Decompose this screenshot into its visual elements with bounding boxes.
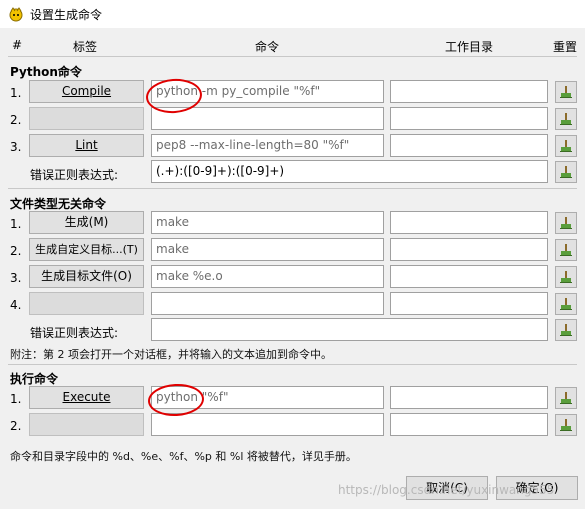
row-number: 1. [10,392,22,406]
empty-label-button[interactable] [29,107,144,130]
empty-label-button[interactable] [29,413,144,436]
clear-broom-icon [560,271,572,283]
reset-button[interactable] [555,161,577,183]
column-header-label: 标签 [73,40,98,54]
clear-broom-icon [560,244,572,256]
row-number: 2. [10,244,22,258]
row-number: 2. [10,113,22,127]
execute-command-1-field[interactable]: python "%f" [151,386,384,409]
independent-command-1-field[interactable]: make [151,211,384,234]
column-header-num: # [12,38,23,52]
row-number: 3. [10,140,22,154]
independent-command-4-field[interactable] [151,292,384,315]
row-number: 1. [10,86,22,100]
section-title-independent: 文件类型无关命令 [10,197,107,211]
row-number: 2. [10,419,22,433]
note-text: 附注：第 2 项会打开一个对话框，并将输入的文本追加到命令中。 [10,348,332,361]
independent-command-3-field[interactable]: make %e.o [151,265,384,288]
reset-button[interactable] [555,293,577,315]
button-label: Lint [75,138,98,152]
reset-button[interactable] [555,212,577,234]
window-title: 设置生成命令 [30,8,103,22]
footer-note: 命令和目录字段中的 %d、%e、%f、%p 和 %l 将被替代，详见手册。 [10,450,357,463]
execute-workdir-1-field[interactable] [390,386,548,409]
section-title-python: Python命令 [10,65,82,79]
python-workdir-3-field[interactable] [390,134,548,157]
clear-broom-icon [560,166,572,178]
independent-workdir-1-field[interactable] [390,211,548,234]
make-label-button[interactable]: 生成(M) [29,211,144,234]
independent-workdir-2-field[interactable] [390,238,548,261]
row-number: 3. [10,271,22,285]
clear-broom-icon [560,298,572,310]
title-bar: 设置生成命令 [0,0,585,28]
python-workdir-1-field[interactable] [390,80,548,103]
independent-regex-field[interactable] [151,318,548,341]
header-separator [8,56,577,57]
regex-label: 错误正则表达式: [30,326,119,340]
button-label: Execute [62,390,111,404]
button-label: Compile [61,84,112,98]
clear-broom-icon [560,324,572,336]
section-separator [8,188,577,189]
reset-button[interactable] [555,108,577,130]
reset-button[interactable] [555,135,577,157]
clear-broom-icon [560,86,572,98]
clear-broom-icon [560,392,572,404]
section-title-execute: 执行命令 [10,372,59,386]
reset-button[interactable] [555,239,577,261]
reset-button[interactable] [555,81,577,103]
execute-command-2-field[interactable] [151,413,384,436]
execute-workdir-2-field[interactable] [390,413,548,436]
reset-button[interactable] [555,266,577,288]
independent-workdir-3-field[interactable] [390,265,548,288]
reset-button[interactable] [555,387,577,409]
lint-label-button[interactable]: Lint [29,134,144,157]
make-object-label-button[interactable]: 生成目标文件(O) [29,265,144,288]
execute-label-button[interactable]: Execute [29,386,144,409]
section-separator [8,364,577,365]
make-custom-target-label-button[interactable]: 生成自定义目标...(T) [29,238,144,261]
empty-label-button[interactable] [29,292,144,315]
independent-workdir-4-field[interactable] [390,292,548,315]
clear-broom-icon [560,140,572,152]
clear-broom-icon [560,217,572,229]
column-header-reset: 重置 [553,40,578,54]
geany-app-icon [8,6,24,22]
clear-broom-icon [560,419,572,431]
column-header-command: 命令 [255,40,280,54]
python-command-2-field[interactable] [151,107,384,130]
row-number: 1. [10,217,22,231]
reset-button[interactable] [555,414,577,436]
regex-label: 错误正则表达式: [30,168,119,182]
independent-command-2-field[interactable]: make [151,238,384,261]
python-command-1-field[interactable]: python -m py_compile "%f" [151,80,384,103]
python-workdir-2-field[interactable] [390,107,548,130]
column-header-workdir: 工作目录 [445,40,494,54]
row-number: 4. [10,298,22,312]
compile-label-button[interactable]: Compile [29,80,144,103]
clear-broom-icon [560,113,572,125]
watermark: https://blog.csdn.net/yuxinwang555 [338,483,555,497]
python-regex-field[interactable]: (.+):([0-9]+):([0-9]+) [151,160,548,183]
python-command-3-field[interactable]: pep8 --max-line-length=80 "%f" [151,134,384,157]
reset-button[interactable] [555,319,577,341]
